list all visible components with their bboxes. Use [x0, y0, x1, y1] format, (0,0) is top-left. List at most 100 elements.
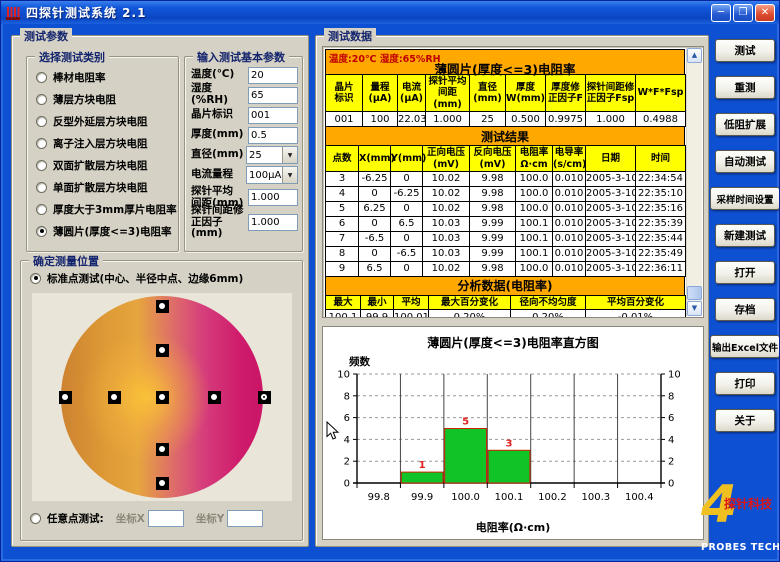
diameter-select[interactable]: 25 ▼: [246, 146, 298, 164]
logo-english: PROBES TECH: [701, 542, 780, 553]
thickness-input[interactable]: [248, 126, 298, 144]
restore-button[interactable]: ❐: [733, 3, 753, 22]
close-button[interactable]: ✕: [755, 3, 775, 22]
scroll-down-icon[interactable]: ▼: [687, 301, 702, 316]
basic-params-group: 输入测试基本参数 温度(℃)湿度(%RH)晶片标识厚度(mm)直径(mm)25▼…: [184, 49, 303, 252]
table-row: 100.1 99.9 100.01 0.20% 0.20% -0.01%: [325, 309, 686, 317]
app-window: 四探针测试系统 2.1 ─ ❐ ✕ 测试参数 选择测试类别 棒材电阻率 薄层方块电…: [0, 0, 780, 562]
radio-thin-wafer[interactable]: 薄圆片(厚度<=3)电阻率: [27, 220, 178, 242]
title-bar: 四探针测试系统 2.1 ─ ❐ ✕: [1, 1, 779, 24]
table-row: 001 100 22.03 1.000 25 0.500 0.9975 1.000 0.4988: [325, 111, 686, 128]
chart-title: 薄圆片(厚度<=3)电阻率直方图: [427, 336, 599, 350]
about-button[interactable]: 关于: [715, 409, 775, 432]
field-list: 温度(℃)湿度(%RH)晶片标识厚度(mm)直径(mm)25▼电流量程100μA…: [185, 57, 302, 239]
wafer-point: [107, 390, 121, 404]
histogram-panel: 薄圆片(厚度<=3)电阻率直方图 频数 0 0 2 2 4 4 6 6 8 8 10 10 1 5 3 99.…: [322, 326, 704, 540]
new-test-button[interactable]: 新建测试: [715, 224, 775, 247]
radio-single-diffused[interactable]: 单面扩散层方块电阻: [27, 176, 178, 198]
app-probe-icon: [6, 6, 20, 20]
svg-text:4: 4: [344, 435, 350, 446]
humidity-input[interactable]: [248, 86, 298, 104]
svg-text:100.2: 100.2: [538, 492, 567, 503]
radio-arbitrary-point[interactable]: 任意点测试:: [21, 507, 104, 529]
analysis-table: 最大 最小 平均 最大百分变化 径向不均匀度 平均百分变化 100.1 99.9 100.01 0…: [325, 294, 686, 317]
table-row: 4 0 -6.25 10.02 9.98 100.0 0.010 2005-3-10 22:35…: [325, 185, 686, 202]
radio-ion-implant[interactable]: 离子注入层方块电阻: [27, 132, 178, 154]
open-button[interactable]: 打开: [715, 261, 775, 284]
wafer-point: [155, 390, 169, 404]
radio-rod-resistivity[interactable]: 棒材电阻率: [27, 66, 178, 88]
coord-x-input[interactable]: [147, 509, 184, 527]
wafer-point: [155, 343, 169, 357]
wafer-point: [155, 299, 169, 313]
tables-scrollbar[interactable]: ▲ ▼: [686, 48, 702, 316]
radio-double-diffused[interactable]: 双面扩散层方块电阻: [27, 154, 178, 176]
temperature-input[interactable]: [248, 66, 298, 84]
radio-icon: [36, 71, 47, 83]
minimize-button[interactable]: ─: [711, 3, 731, 22]
table-row: 7 -6.5 0 10.03 9.99 100.1 0.010 2005-3-10 22:35:…: [325, 230, 686, 247]
chart-xlabel: 电阻率(Ω·cm): [475, 521, 551, 534]
svg-text:99.8: 99.8: [368, 492, 390, 503]
wafer-id-input[interactable]: [248, 106, 298, 124]
svg-text:8: 8: [668, 391, 674, 402]
svg-text:5: 5: [462, 417, 469, 428]
radio-icon: [36, 181, 47, 193]
print-button[interactable]: 打印: [715, 372, 775, 395]
radio-icon: [36, 115, 47, 127]
radio-thin-layer-sheet[interactable]: 薄层方块电阻: [27, 88, 178, 110]
scroll-thumb[interactable]: [687, 286, 702, 300]
category-group: 选择测试类别 棒材电阻率 薄层方块电阻 反型外延层方块电阻 离子注入层方块电阻 双面扩散…: [26, 49, 179, 252]
svg-text:6: 6: [344, 413, 350, 424]
radio-icon: [30, 512, 41, 524]
position-group: 确定测量位置 标准点测试(中心、半径中点、边缘6mm) 任意点测试: 坐标X 坐…: [20, 253, 303, 541]
wafer-point: [155, 442, 169, 456]
wafer-point: [257, 390, 271, 404]
radio-icon: [36, 93, 47, 105]
svg-text:100.1: 100.1: [495, 492, 524, 503]
coord-y-label: 坐标Y: [195, 512, 225, 525]
svg-text:2: 2: [344, 457, 350, 468]
retest-button[interactable]: 重测: [715, 76, 775, 99]
radio-icon: [36, 203, 47, 215]
sampling-time-button[interactable]: 采样时间设置: [710, 187, 779, 210]
category-list: 棒材电阻率 薄层方块电阻 反型外延层方块电阻 离子注入层方块电阻 双面扩散层方块电阻 单面…: [27, 57, 178, 242]
test-data-title: 测试数据: [324, 28, 376, 44]
low-res-extend-button[interactable]: 低阻扩展: [715, 113, 775, 136]
basic-params-title: 输入测试基本参数: [193, 49, 289, 65]
coord-y-input[interactable]: [227, 509, 264, 527]
svg-text:10: 10: [668, 370, 681, 381]
export-excel-button[interactable]: 输出Excel文件: [710, 335, 779, 358]
svg-text:0: 0: [668, 479, 674, 490]
analysis-section-bar: 分析数据(电阻率): [325, 276, 685, 296]
save-button[interactable]: 存档: [715, 298, 775, 321]
spacing-factor-input[interactable]: [248, 214, 298, 231]
test-button[interactable]: 测试: [715, 39, 775, 62]
scroll-up-icon[interactable]: ▲: [687, 48, 702, 63]
svg-text:1: 1: [419, 460, 426, 471]
data-tables-panel: 温度:20℃ 湿度:65%RH 薄圆片(厚度<=3)电阻率 晶片 标识 量程 (μA)…: [322, 46, 704, 318]
radio-standard-points[interactable]: 标准点测试(中心、半径中点、边缘6mm): [21, 267, 302, 289]
table1-header-block: 温度:20℃ 湿度:65%RH 薄圆片(厚度<=3)电阻率: [325, 49, 685, 77]
current-range-select[interactable]: 100μA ▼: [246, 166, 298, 184]
mouse-cursor: [326, 421, 340, 440]
chevron-down-icon[interactable]: ▼: [282, 147, 297, 163]
svg-text:3: 3: [506, 438, 513, 449]
results-section-bar: 测试结果: [325, 127, 685, 147]
table-row: 5 6.25 0 10.02 9.98 100.0 0.010 2005-3-10 22:35:…: [325, 200, 686, 217]
probe-spacing-input[interactable]: [248, 189, 298, 206]
svg-text:99.9: 99.9: [411, 492, 433, 503]
table-row: 8 0 -6.5 10.03 9.99 100.1 0.010 2005-3-10 22:35:…: [325, 245, 686, 262]
svg-text:2: 2: [668, 457, 674, 468]
wafer-point: [58, 390, 72, 404]
svg-text:10: 10: [337, 370, 350, 381]
radio-thick-wafer[interactable]: 厚度大于3mm厚片电阻率: [27, 198, 178, 220]
radio-reverse-epitaxial[interactable]: 反型外延层方块电阻: [27, 110, 178, 132]
wafer-point: [207, 390, 221, 404]
table-row: 9 6.5 0 10.02 9.98 100.0 0.010 2005-3-10 22:36:1…: [325, 260, 686, 277]
auto-test-button[interactable]: 自动测试: [715, 150, 775, 173]
chart-ylabel: 频数: [349, 356, 370, 368]
radio-icon: [36, 225, 47, 237]
test-params-group: 测试参数 选择测试类别 棒材电阻率 薄层方块电阻 反型外延层方块电阻 离子注入层方块电…: [11, 28, 309, 547]
chevron-down-icon[interactable]: ▼: [282, 167, 297, 183]
